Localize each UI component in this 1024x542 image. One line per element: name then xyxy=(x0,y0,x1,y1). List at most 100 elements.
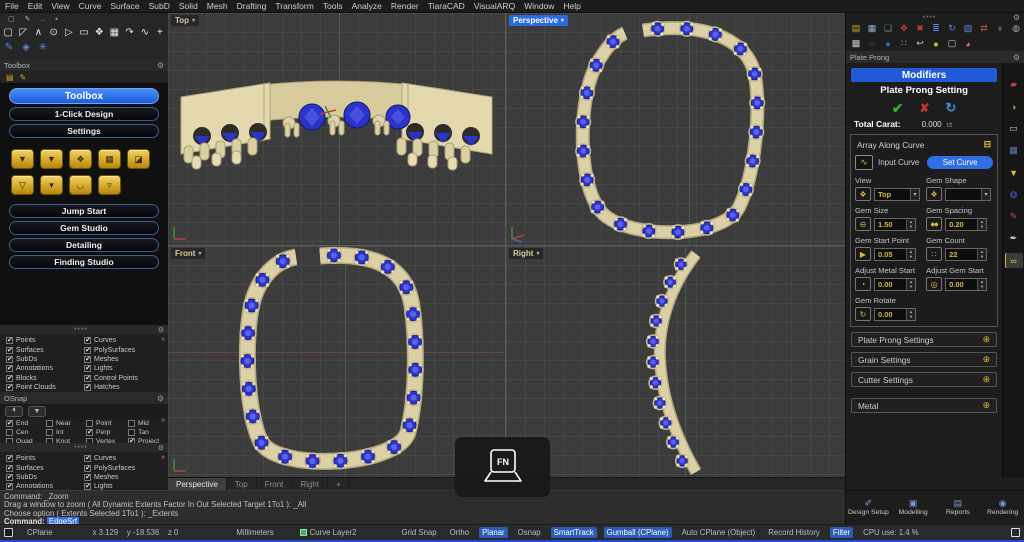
filter-checkbox-row[interactable]: SubDs xyxy=(6,473,84,482)
menu-item[interactable]: Help xyxy=(563,1,580,11)
checkbox[interactable] xyxy=(86,429,93,436)
settings-button[interactable]: Settings xyxy=(9,124,159,138)
toolbar-icon[interactable]: ↷ xyxy=(124,25,136,40)
finding-studio-button[interactable]: Finding Studio xyxy=(9,255,159,269)
status-toggle[interactable]: Filter xyxy=(830,527,853,538)
gem-studio-button[interactable]: Gem Studio xyxy=(9,221,159,235)
menu-item[interactable]: Transform xyxy=(275,1,313,11)
osnap-checkbox-row[interactable]: End xyxy=(6,419,46,428)
workflow-button[interactable]: ▣ Modelling xyxy=(891,499,936,516)
side-tab-icon[interactable]: ▦ xyxy=(1005,143,1023,158)
viewport-tab[interactable]: Front xyxy=(257,478,293,491)
toolbar-icon[interactable]: ❖ xyxy=(93,25,105,40)
menu-item[interactable]: Surface xyxy=(110,1,139,11)
panel-handle[interactable]: •••• ⚙ xyxy=(0,325,168,334)
checkbox[interactable] xyxy=(46,420,53,427)
cplane-label[interactable]: CPlane xyxy=(27,528,53,537)
toolbar-icon[interactable]: ✳ xyxy=(36,40,50,55)
osnap-checkbox-row[interactable]: Perp xyxy=(86,428,128,437)
adjust-gem-start-input[interactable]: 0.00 ▴▾ xyxy=(945,278,987,291)
gem-rotate-input[interactable]: 0.00 ▴▾ xyxy=(874,308,916,321)
gem-spacing-input[interactable]: 0.20 ▴▾ xyxy=(945,218,987,231)
gear-icon[interactable]: ⚙ xyxy=(158,326,164,334)
side-tab-icon[interactable]: ✒ xyxy=(1005,231,1023,246)
back-arrow-icon[interactable]: ⏴ xyxy=(5,406,23,417)
toolbar-icon[interactable]: ❏ xyxy=(882,23,894,34)
spinner-buttons[interactable]: ▴▾ xyxy=(906,219,915,230)
toolbar-icon[interactable]: ▤ xyxy=(850,23,862,34)
gear-icon[interactable]: ⚙ xyxy=(1013,13,1024,22)
expand-icon[interactable]: ⊕ xyxy=(983,334,991,345)
toolbox-tool-icon[interactable]: ❖ xyxy=(69,149,92,169)
menu-item[interactable]: Window xyxy=(524,1,554,11)
toolbar-icon[interactable]: ◍ xyxy=(1010,23,1022,34)
tray-icon[interactable] xyxy=(1011,528,1020,537)
toolbar-icon[interactable]: ▧ xyxy=(962,23,974,34)
checkbox[interactable] xyxy=(6,375,13,382)
toolbox-tool-icon[interactable]: ▿ xyxy=(98,175,121,195)
panel-handle[interactable]: •••• ⚙ xyxy=(846,13,1024,21)
section-metal[interactable]: Metal ⊕ xyxy=(851,398,997,413)
section-grain-settings[interactable]: Grain Settings ⊕ xyxy=(851,352,997,367)
toolbar-icon[interactable]: ▦ xyxy=(108,25,120,40)
side-tab-icon[interactable]: ◍ xyxy=(1005,187,1023,202)
menu-item[interactable]: File xyxy=(5,1,19,11)
filter-checkbox-row[interactable]: Points xyxy=(6,336,84,345)
side-tab-icon[interactable]: ◑ xyxy=(1005,99,1023,114)
filter-funnel-icon[interactable]: ▼ xyxy=(28,406,46,417)
toolbar-icon[interactable]: ▢ xyxy=(2,25,14,40)
side-tab-icon[interactable]: ▭ xyxy=(1005,121,1023,136)
toolbox-main-button[interactable]: Toolbox xyxy=(9,88,159,104)
filter-checkbox-row[interactable]: Meshes xyxy=(84,473,168,482)
filter-checkbox-row[interactable]: Surfaces xyxy=(6,463,84,472)
filter-checkbox-row[interactable]: Surfaces xyxy=(6,345,84,354)
filter-checkbox-row[interactable]: Curves xyxy=(84,336,168,345)
menu-item[interactable]: Drafting xyxy=(237,1,267,11)
filter-checkbox-row[interactable]: Curves xyxy=(84,454,168,463)
status-toggle[interactable]: Planar xyxy=(479,527,508,538)
menu-item[interactable]: View xyxy=(51,1,69,11)
workflow-button[interactable]: ▤ Reports xyxy=(936,499,981,516)
overflow-chevrons[interactable]: » xyxy=(161,336,165,343)
checkbox[interactable] xyxy=(84,465,91,472)
menu-item[interactable]: TiaraCAD xyxy=(428,1,465,11)
side-tab-icon[interactable]: ▼ xyxy=(1005,165,1023,180)
toolbar-icon[interactable]: ↩ xyxy=(914,38,926,49)
checkbox[interactable] xyxy=(6,384,13,391)
spinner-buttons[interactable]: ▴▾ xyxy=(977,249,986,260)
menu-item[interactable]: Render xyxy=(391,1,419,11)
toolbar-icon[interactable]: ▦ xyxy=(866,23,878,34)
checkbox[interactable] xyxy=(6,465,13,472)
checkbox[interactable] xyxy=(6,474,13,481)
toolbar-icon[interactable]: ∷ xyxy=(898,38,910,49)
toolbar-icon[interactable]: ◕ xyxy=(962,39,974,49)
side-tab-icon[interactable]: ✎ xyxy=(1005,209,1023,224)
menu-item[interactable]: Solid xyxy=(179,1,198,11)
toolbar-icon[interactable]: ▩ xyxy=(850,38,862,49)
checkbox[interactable] xyxy=(128,429,135,436)
gem-size-input[interactable]: 1.50 ▴▾ xyxy=(874,218,916,231)
toolbox-tool-icon[interactable]: ▼ xyxy=(11,149,34,169)
menu-item[interactable]: Analyze xyxy=(352,1,382,11)
spinner-buttons[interactable]: ▴▾ xyxy=(906,279,915,290)
toolbar-icon[interactable]: ∧ xyxy=(32,25,44,40)
one-click-design-button[interactable]: 1-Click Design xyxy=(9,107,159,121)
status-toggle[interactable]: Ortho xyxy=(447,527,473,538)
toolbar-icon[interactable]: + xyxy=(994,24,1006,34)
viewport-right-label[interactable]: Right▾ xyxy=(509,248,543,259)
chevron-down-icon[interactable]: ▾ xyxy=(910,189,919,200)
view-select[interactable]: Top ▾ xyxy=(874,188,920,201)
viewport-tab[interactable]: Perspective xyxy=(168,478,227,491)
detailing-button[interactable]: Detailing xyxy=(9,238,159,252)
viewport-perspective-label[interactable]: Perspective▾ xyxy=(509,15,568,26)
adjust-metal-start-input[interactable]: 0.00 ▴▾ xyxy=(874,278,916,291)
checkbox[interactable] xyxy=(6,365,13,372)
filter-checkbox-row[interactable]: Control Points xyxy=(84,374,168,383)
checkbox[interactable] xyxy=(84,365,91,372)
toolbox-tool-icon[interactable]: ▼ xyxy=(40,149,63,169)
checkbox[interactable] xyxy=(84,356,91,363)
menu-item[interactable]: Mesh xyxy=(207,1,228,11)
command-history[interactable]: Command: _ZoomDrag a window to zoom ( Al… xyxy=(0,490,845,524)
toolbar-icon[interactable]: ▢ xyxy=(946,38,958,49)
filter-checkbox-row[interactable]: PolySurfaces xyxy=(84,345,168,354)
